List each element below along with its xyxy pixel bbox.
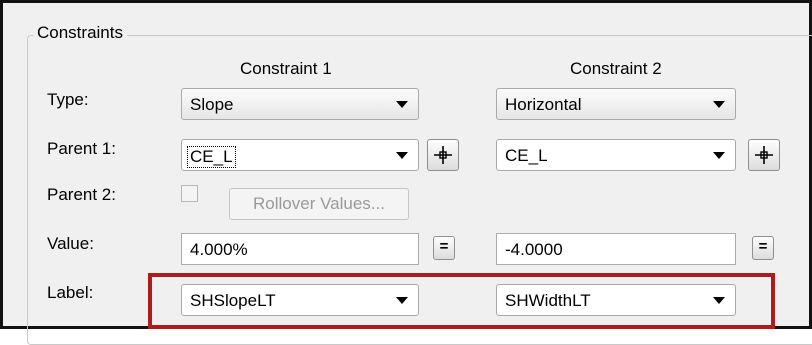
label-label: Label:: [47, 283, 94, 302]
constraint1-equals-button[interactable]: =: [433, 236, 455, 260]
column-header-constraint-2: Constraint 2: [570, 59, 662, 78]
rollover-values-button[interactable]: Rollover Values...: [229, 188, 409, 220]
constraints-panel: Constraints Constraint 1 Constraint 2 Ty…: [0, 0, 812, 345]
constraint2-equals-button[interactable]: =: [752, 236, 774, 260]
constraint1-type-value: Slope: [190, 95, 234, 114]
constraint2-parent1-value: CE_L: [505, 146, 548, 165]
constraint1-parent1-value: CE_L: [187, 146, 236, 168]
type-label: Type:: [47, 90, 89, 109]
value-label: Value:: [47, 234, 94, 253]
group-title: Constraints: [33, 23, 127, 43]
chevron-down-icon: [713, 152, 725, 159]
constraint2-value-input[interactable]: -4.0000: [496, 233, 736, 265]
constraint1-type-dropdown[interactable]: Slope: [181, 88, 419, 120]
chevron-down-icon: [396, 152, 408, 159]
parent2-label: Parent 2:: [47, 185, 116, 204]
constraint2-type-dropdown[interactable]: Horizontal: [496, 88, 736, 120]
parent2-checkbox[interactable]: [181, 185, 198, 202]
label-row-highlight: [148, 273, 775, 329]
constraint1-pick-parent-button[interactable]: [427, 139, 459, 171]
column-header-constraint-1: Constraint 1: [240, 59, 332, 78]
crosshair-icon: [434, 146, 452, 164]
crosshair-icon: [755, 146, 773, 164]
constraint2-pick-parent-button[interactable]: [748, 139, 780, 171]
constraint2-type-value: Horizontal: [505, 95, 582, 114]
chevron-down-icon: [713, 101, 725, 108]
constraint2-parent1-dropdown[interactable]: CE_L: [496, 139, 736, 171]
constraint1-parent1-dropdown[interactable]: CE_L: [181, 139, 419, 171]
parent1-label: Parent 1:: [47, 139, 116, 158]
constraint1-value-input[interactable]: 4.000%: [181, 233, 419, 265]
chevron-down-icon: [396, 101, 408, 108]
